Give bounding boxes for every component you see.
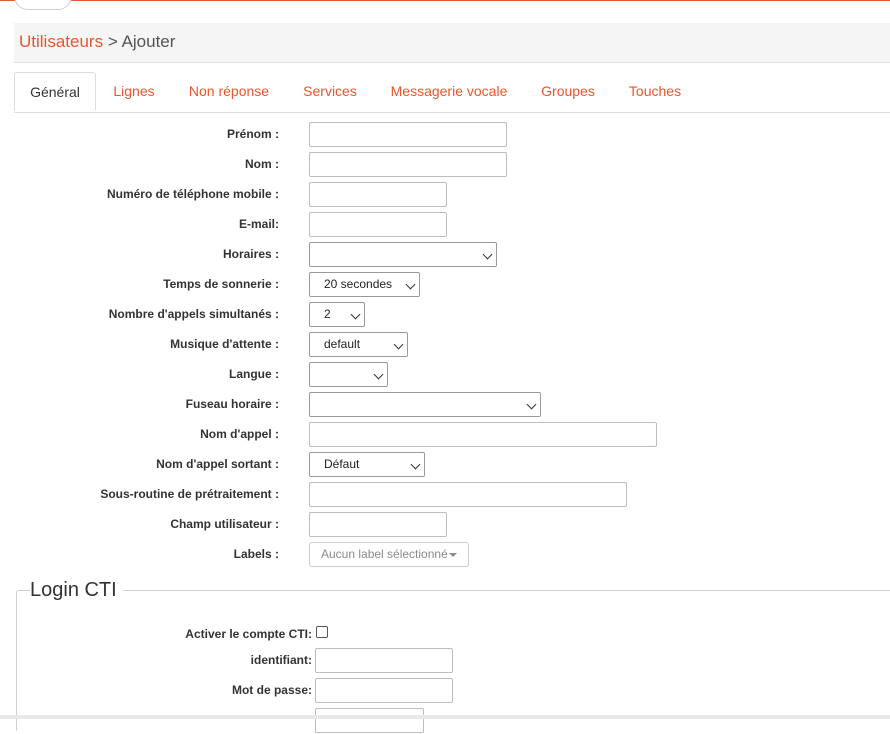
tab-services[interactable]: Services bbox=[296, 72, 364, 112]
mobile-label: Numéro de téléphone mobile : bbox=[106, 187, 279, 201]
email-label: E-mail: bbox=[238, 217, 279, 231]
form-row-nom-appel-sortant: Nom d'appel sortant : Défaut bbox=[0, 452, 890, 478]
prenom-label: Prénom : bbox=[226, 127, 279, 141]
tab-non-reponse[interactable]: Non réponse bbox=[182, 72, 276, 112]
chevron-down-icon bbox=[410, 459, 421, 470]
appels-select[interactable]: 2 bbox=[309, 302, 365, 327]
sonnerie-label: Temps de sonnerie : bbox=[163, 277, 279, 291]
langue-select[interactable] bbox=[309, 362, 388, 387]
chevron-down-icon bbox=[373, 369, 384, 380]
mobile-input[interactable] bbox=[309, 182, 447, 207]
breadcrumb-bar: Utilisateurs > Ajouter bbox=[14, 23, 890, 63]
nom-label: Nom : bbox=[245, 157, 279, 171]
identifiant-label: identifiant: bbox=[250, 653, 312, 667]
labels-placeholder: Aucun label sélectionné bbox=[321, 547, 448, 561]
tab-general[interactable]: Général bbox=[14, 72, 96, 111]
form-row-partial bbox=[0, 708, 890, 734]
form-row-fuseau: Fuseau horaire : bbox=[0, 392, 890, 418]
nom-appel-label: Nom d'appel : bbox=[200, 427, 279, 441]
fuseau-select[interactable] bbox=[309, 392, 541, 417]
tab-bar: Général Lignes Non réponse Services Mess… bbox=[14, 72, 890, 113]
chevron-down-icon bbox=[405, 279, 416, 290]
horaires-select[interactable] bbox=[309, 242, 497, 267]
form-row-langue: Langue : bbox=[0, 362, 890, 388]
chevron-down-icon bbox=[393, 339, 404, 350]
form-row-activer-cti: Activer le compte CTI: bbox=[0, 621, 890, 647]
appels-select-value: 2 bbox=[324, 307, 331, 321]
musique-select[interactable]: default bbox=[309, 332, 408, 357]
identifiant-input[interactable] bbox=[315, 648, 453, 673]
mot-de-passe-input[interactable] bbox=[315, 678, 453, 703]
nom-input[interactable] bbox=[309, 152, 507, 177]
form-row-musique: Musique d'attente : default bbox=[0, 332, 890, 358]
sonnerie-select[interactable]: 20 secondes bbox=[309, 272, 420, 297]
nom-appel-sortant-select-value: Défaut bbox=[324, 457, 360, 471]
email-input[interactable] bbox=[309, 212, 447, 237]
activer-cti-label: Activer le compte CTI: bbox=[185, 627, 312, 641]
caret-down-icon bbox=[449, 553, 457, 557]
chevron-down-icon bbox=[350, 309, 361, 320]
nom-appel-sortant-select[interactable]: Défaut bbox=[309, 452, 425, 477]
langue-label: Langue : bbox=[229, 367, 279, 381]
tab-touches[interactable]: Touches bbox=[622, 72, 688, 112]
musique-select-value: default bbox=[324, 337, 361, 351]
labels-label: Labels : bbox=[233, 547, 279, 561]
tab-messagerie-vocale[interactable]: Messagerie vocale bbox=[383, 72, 515, 112]
form-row-sous-routine: Sous-routine de prétraitement : bbox=[0, 482, 890, 508]
chevron-down-icon bbox=[526, 399, 537, 410]
sous-routine-input[interactable] bbox=[309, 482, 627, 507]
form-row-horaires: Horaires : bbox=[0, 242, 890, 268]
form-row-champ-utilisateur: Champ utilisateur : bbox=[0, 512, 890, 538]
sonnerie-select-value: 20 secondes bbox=[324, 277, 393, 291]
partial-next-input[interactable] bbox=[315, 708, 424, 733]
appels-label: Nombre d'appels simultanés : bbox=[108, 307, 279, 321]
nom-appel-sortant-label: Nom d'appel sortant : bbox=[156, 457, 279, 471]
top-accent-line bbox=[0, 0, 890, 1]
form-row-email: E-mail: bbox=[0, 212, 890, 238]
form-row-labels: Labels : Aucun label sélectionné bbox=[0, 542, 890, 568]
form-row-sonnerie: Temps de sonnerie : 20 secondes bbox=[0, 272, 890, 298]
sous-routine-label: Sous-routine de prétraitement : bbox=[100, 487, 279, 501]
cti-legend: Login CTI bbox=[30, 577, 123, 603]
form-row-nom: Nom : bbox=[0, 152, 890, 178]
champ-utilisateur-label: Champ utilisateur : bbox=[170, 517, 279, 531]
horaires-label: Horaires : bbox=[222, 247, 279, 261]
champ-utilisateur-input[interactable] bbox=[309, 512, 447, 537]
breadcrumb-current: Ajouter bbox=[121, 32, 176, 51]
mot-de-passe-label: Mot de passe: bbox=[231, 683, 312, 697]
form-row-mot-de-passe: Mot de passe: bbox=[0, 678, 890, 704]
form-row-mobile: Numéro de téléphone mobile : bbox=[0, 182, 890, 208]
top-pill-button[interactable] bbox=[14, 0, 72, 10]
breadcrumb: Utilisateurs > Ajouter bbox=[19, 32, 175, 52]
horizontal-scrollbar[interactable] bbox=[0, 715, 890, 719]
form-row-prenom: Prénom : bbox=[0, 122, 890, 148]
chevron-down-icon bbox=[482, 249, 493, 260]
fuseau-label: Fuseau horaire : bbox=[185, 397, 279, 411]
labels-multiselect[interactable]: Aucun label sélectionné bbox=[309, 542, 469, 567]
tab-lignes[interactable]: Lignes bbox=[106, 72, 162, 112]
form-row-appels: Nombre d'appels simultanés : 2 bbox=[0, 302, 890, 328]
form-row-nom-appel: Nom d'appel : bbox=[0, 422, 890, 448]
nom-appel-input[interactable] bbox=[309, 422, 657, 447]
form-row-identifiant: identifiant: bbox=[0, 648, 890, 674]
musique-label: Musique d'attente : bbox=[170, 337, 279, 351]
breadcrumb-link-utilisateurs[interactable]: Utilisateurs bbox=[19, 32, 103, 51]
tab-groupes[interactable]: Groupes bbox=[535, 72, 601, 112]
activer-cti-checkbox[interactable] bbox=[316, 626, 328, 638]
prenom-input[interactable] bbox=[309, 122, 507, 147]
breadcrumb-separator: > bbox=[107, 32, 118, 51]
